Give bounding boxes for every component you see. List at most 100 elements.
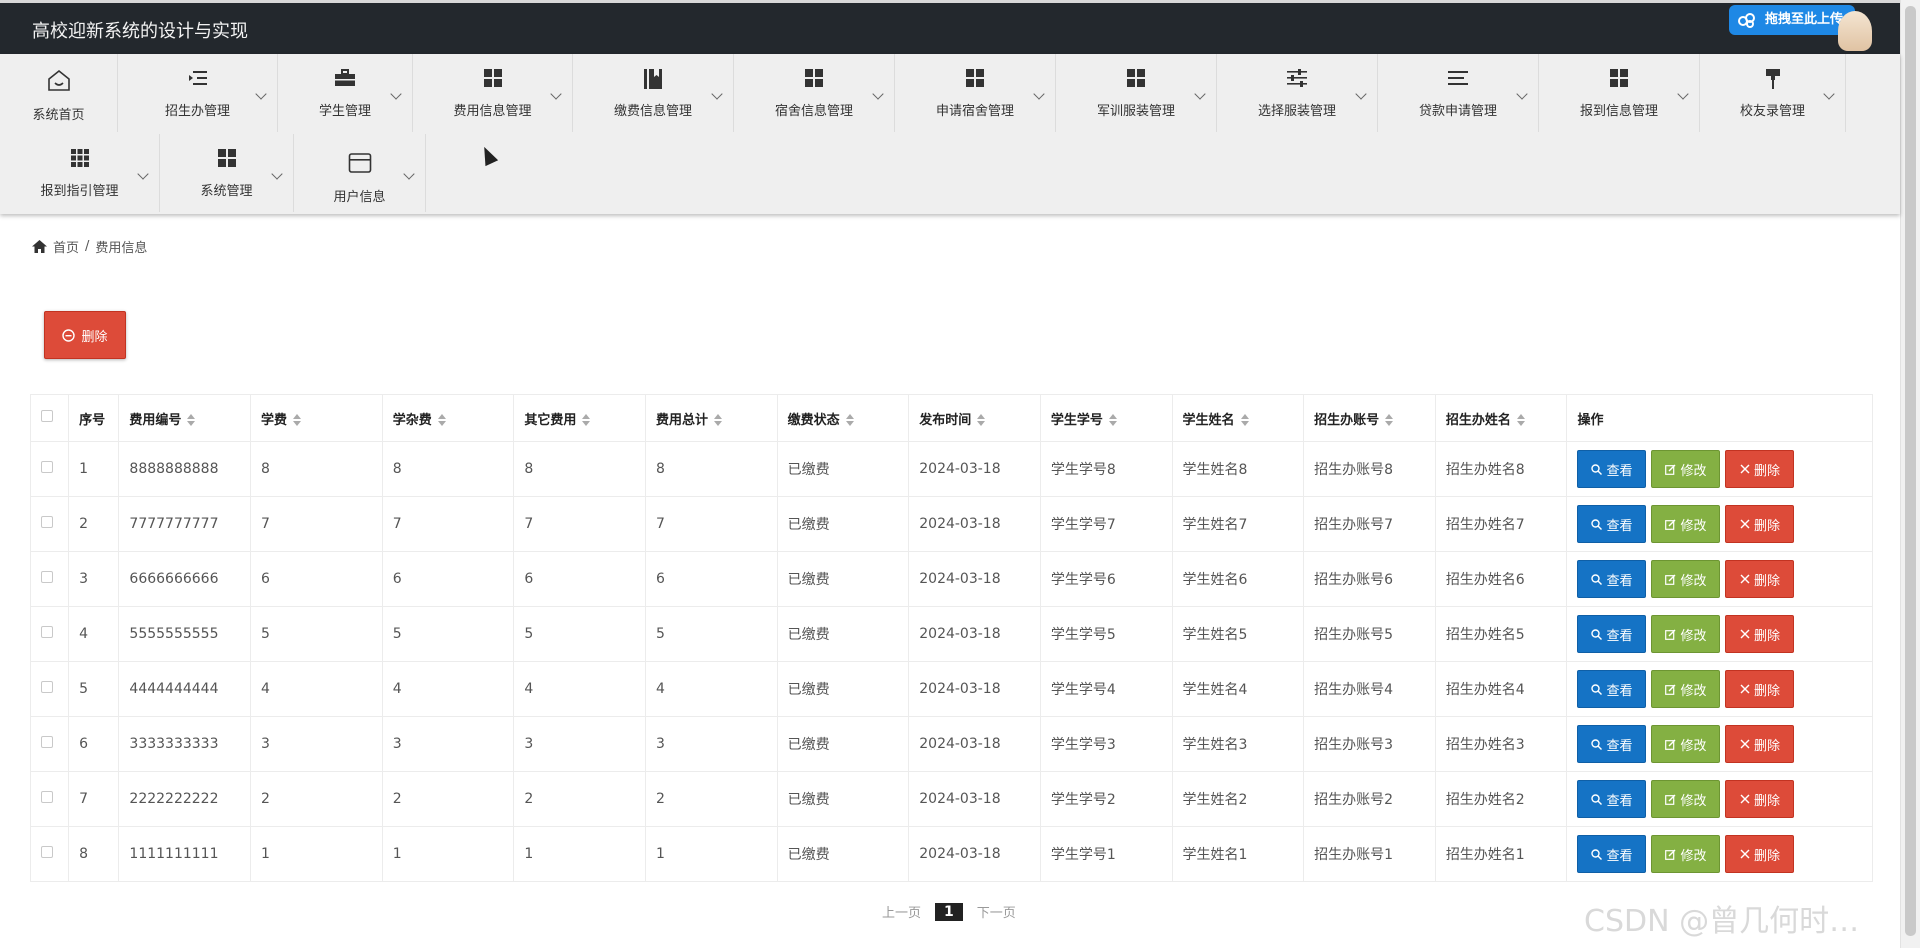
breadcrumb-home[interactable]: 首页 [53,237,79,256]
select-all-checkbox[interactable] [41,410,53,422]
sort-icon[interactable] [1385,414,1394,426]
view-button[interactable]: 查看 [1577,615,1647,653]
delete-button[interactable]: 删除 [1725,505,1795,543]
menu-item-dorm-info[interactable]: 宿舍信息管理 [734,54,895,132]
menu-label: 缴费信息管理 [613,104,692,119]
column-header[interactable]: 招生办账号 [1303,394,1436,442]
sort-icon[interactable] [977,414,986,426]
close-icon [1740,739,1750,749]
bulk-delete-button[interactable]: 删除 [44,311,126,359]
menu-item-students[interactable]: 学生管理 [278,54,413,132]
menu-item-user-info[interactable]: 用户信息 [294,134,426,212]
column-header[interactable]: 学生学号 [1039,394,1173,442]
sort-icon[interactable] [1516,414,1525,426]
current-page-button[interactable]: 1 [935,902,963,921]
row-checkbox[interactable] [41,626,53,638]
menu-item-uniform[interactable]: 军训服装管理 [1056,54,1217,132]
menu-item-system[interactable]: 系统管理 [160,134,294,212]
row-select-cell[interactable] [29,661,70,717]
view-button[interactable]: 查看 [1577,450,1647,488]
column-header[interactable]: 发布时间 [908,394,1041,442]
view-button[interactable]: 查看 [1577,670,1647,708]
row-checkbox[interactable] [41,461,53,473]
edit-button[interactable]: 修改 [1651,615,1721,653]
upload-badge[interactable]: 拖拽至此上传 [1729,5,1856,35]
row-checkbox[interactable] [41,516,53,528]
page-scrollbar[interactable] [1900,0,1920,948]
menu-item-home[interactable]: 系统首页 [0,54,118,132]
row-select-cell[interactable] [29,606,70,662]
row-select-cell[interactable] [29,826,70,882]
column-header[interactable]: 费用总计 [644,394,778,442]
row-select-cell[interactable] [29,441,70,497]
edit-button[interactable]: 修改 [1651,670,1721,708]
delete-button[interactable]: 删除 [1725,670,1795,708]
edit-button[interactable]: 修改 [1651,560,1721,598]
edit-button[interactable]: 修改 [1651,450,1721,488]
view-button[interactable]: 查看 [1577,780,1647,818]
menu-item-fee-info[interactable]: 费用信息管理 [413,54,573,132]
grid-icon [966,69,984,87]
menu-item-loan[interactable]: 贷款申请管理 [1378,54,1539,132]
delete-button[interactable]: 删除 [1725,835,1795,873]
menu-item-alumni[interactable]: 校友录管理 [1700,54,1846,132]
menu-item-admissions[interactable]: 招生办管理 [118,54,278,132]
menu-item-guide[interactable]: 报到指引管理 [0,134,160,212]
delete-button[interactable]: 删除 [1725,450,1795,488]
row-select-cell[interactable] [29,771,70,827]
menu-item-uniform-select[interactable]: 选择服装管理 [1217,54,1378,132]
edit-button[interactable]: 修改 [1651,835,1721,873]
avatar[interactable] [1838,11,1872,51]
delete-button[interactable]: 删除 [1725,560,1795,598]
sort-icon[interactable] [713,414,722,426]
column-header[interactable]: 学费 [250,394,383,442]
menu-item-payment-info[interactable]: 缴费信息管理 [573,54,734,132]
search-icon [1591,628,1603,640]
row-checkbox[interactable] [41,791,53,803]
scrollbar-thumb[interactable] [1905,6,1916,936]
column-header[interactable]: 其它费用 [513,394,646,442]
view-button[interactable]: 查看 [1577,835,1647,873]
view-button[interactable]: 查看 [1577,505,1647,543]
row-select-cell[interactable] [29,496,70,552]
sort-icon[interactable] [293,414,302,426]
menu-label: 宿舍信息管理 [774,104,853,119]
delete-button[interactable]: 删除 [1725,780,1795,818]
sort-icon[interactable] [187,414,196,426]
delete-button[interactable]: 删除 [1725,615,1795,653]
upload-badge-label: 拖拽至此上传 [1765,12,1844,27]
edit-button[interactable]: 修改 [1651,780,1721,818]
column-header[interactable]: 学杂费 [381,394,515,442]
row-checkbox[interactable] [41,571,53,583]
row-select-cell[interactable] [29,716,70,772]
row-checkbox[interactable] [41,681,53,693]
column-header[interactable]: 费用编号 [118,394,252,442]
sort-icon[interactable] [845,414,854,426]
menu-item-dorm-apply[interactable]: 申请宿舍管理 [895,54,1056,132]
column-header[interactable]: 缴费状态 [776,394,910,442]
row-checkbox[interactable] [41,736,53,748]
edit-button[interactable]: 修改 [1651,505,1721,543]
edit-button[interactable]: 修改 [1651,725,1721,763]
sort-icon[interactable] [437,414,446,426]
view-button[interactable]: 查看 [1577,560,1647,598]
table-header-row: 序号 费用编号 学费 学杂费 其它费用 费用总计 缴费状态 发布时间 学生学号 … [29,394,1873,442]
column-header[interactable]: 学生姓名 [1171,394,1305,442]
prev-page-button[interactable]: 上一页 [882,902,921,921]
column-header[interactable]: 招生办姓名 [1434,394,1568,442]
table-cell: 招生办账号8 [1303,441,1436,497]
sort-icon[interactable] [1108,414,1117,426]
table-cell: 1 [644,826,778,882]
table-cell: 8 [644,441,778,497]
sort-icon[interactable] [1240,414,1249,426]
row-checkbox[interactable] [41,846,53,858]
table-cell: 招生办姓名8 [1434,441,1568,497]
next-page-button[interactable]: 下一页 [977,902,1016,921]
view-button[interactable]: 查看 [1577,725,1647,763]
table-cell: 学生学号7 [1039,496,1173,552]
menu-item-registration[interactable]: 报到信息管理 [1539,54,1700,132]
sort-icon[interactable] [582,414,591,426]
delete-button[interactable]: 删除 [1725,725,1795,763]
row-select-cell[interactable] [29,551,70,607]
select-all-cell[interactable] [29,394,70,442]
